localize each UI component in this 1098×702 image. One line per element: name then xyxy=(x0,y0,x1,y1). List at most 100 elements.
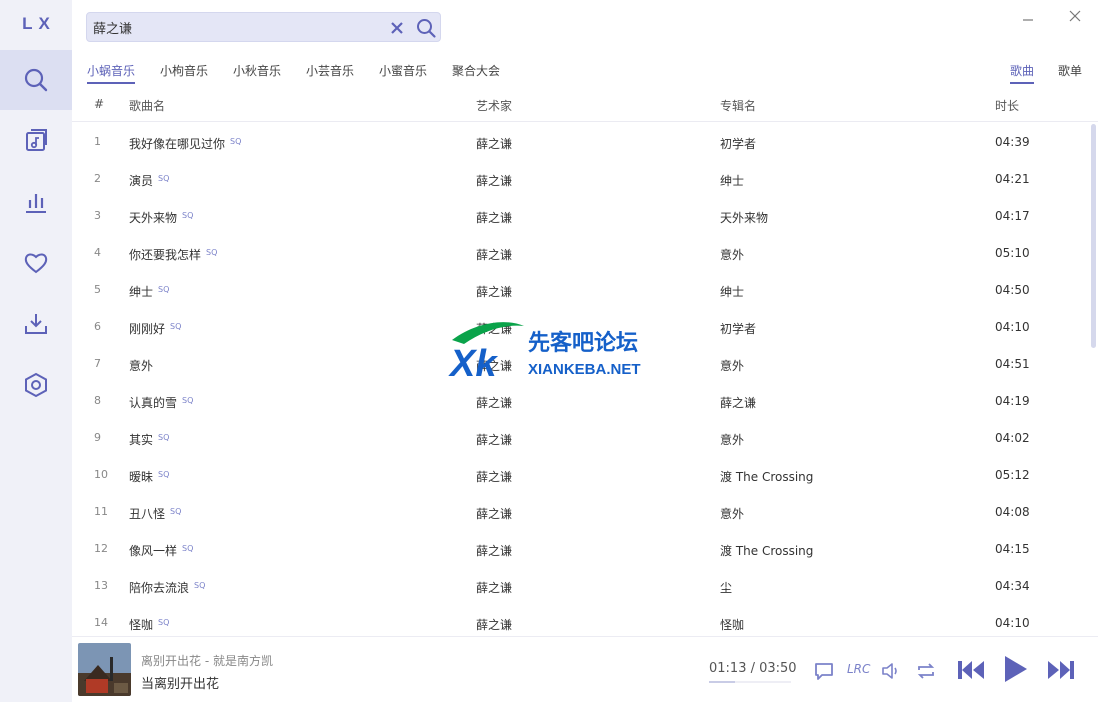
close-icon[interactable] xyxy=(1067,8,1083,24)
song-name: 其实 SQ xyxy=(129,431,169,448)
progress-bar[interactable] xyxy=(709,681,791,683)
quality-badge: SQ xyxy=(158,618,170,627)
tab-source-1[interactable]: 小蜗音乐 xyxy=(87,62,136,84)
row-number: 5 xyxy=(94,283,101,296)
artist-name[interactable]: 薛之谦 xyxy=(476,505,512,522)
previous-icon[interactable] xyxy=(956,657,986,683)
clear-icon[interactable] xyxy=(388,19,406,37)
album-name[interactable]: 意外 xyxy=(720,431,744,448)
sidebar-item-settings[interactable] xyxy=(0,355,72,415)
sidebar-item-song-list[interactable] xyxy=(0,111,72,171)
artist-name[interactable]: 薛之谦 xyxy=(476,209,512,226)
duration: 04:34 xyxy=(995,579,1030,593)
artist-name[interactable]: 薛之谦 xyxy=(476,542,512,559)
table-row[interactable]: 14 怪咖 SQ 薛之谦 怪咖 04:10 xyxy=(72,604,1088,635)
duration: 04:21 xyxy=(995,172,1030,186)
tab-source-4[interactable]: 小芸音乐 xyxy=(306,62,354,84)
row-number: 8 xyxy=(94,394,101,407)
quality-badge: SQ xyxy=(170,322,182,331)
artist-name[interactable]: 薛之谦 xyxy=(476,283,512,300)
table-row[interactable]: 1 我好像在哪见过你 SQ 薛之谦 初学者 04:39 xyxy=(72,123,1088,160)
album-name[interactable]: 薛之谦 xyxy=(720,394,756,411)
table-row[interactable]: 10 暧昧 SQ 薛之谦 渡 The Crossing 05:12 xyxy=(72,456,1088,493)
album-name[interactable]: 怪咖 xyxy=(720,616,744,633)
song-name: 天外来物 SQ xyxy=(129,209,193,226)
album-name[interactable]: 意外 xyxy=(720,505,744,522)
search-button-icon[interactable] xyxy=(415,17,437,39)
duration: 04:19 xyxy=(995,394,1030,408)
song-name-text: 陪你去流浪 xyxy=(129,581,190,595)
song-name-text: 绅士 xyxy=(129,285,154,299)
artist-name[interactable]: 薛之谦 xyxy=(476,431,512,448)
album-name[interactable]: 绅士 xyxy=(720,283,744,300)
album-name[interactable]: 渡 The Crossing xyxy=(720,542,813,559)
settings-hexagon-icon xyxy=(25,372,47,398)
repeat-icon[interactable] xyxy=(915,661,937,681)
tab-songs[interactable]: 歌曲 xyxy=(1010,62,1035,84)
tab-source-6[interactable]: 聚合大会 xyxy=(452,62,500,84)
table-row[interactable]: 12 像风一样 SQ 薛之谦 渡 The Crossing 04:15 xyxy=(72,530,1088,567)
row-number: 7 xyxy=(94,357,101,370)
song-title: 当离别开出花 xyxy=(141,677,220,692)
header-album: 专辑名 xyxy=(720,99,757,113)
table-row[interactable]: 3 天外来物 SQ 薛之谦 天外来物 04:17 xyxy=(72,197,1088,234)
row-number: 10 xyxy=(94,468,108,481)
sidebar: LX xyxy=(0,0,72,702)
song-name: 怪咖 SQ xyxy=(129,616,169,633)
duration: 04:10 xyxy=(995,320,1030,334)
sidebar-item-download[interactable] xyxy=(0,294,72,354)
table-row[interactable]: 8 认真的雪 SQ 薛之谦 薛之谦 04:19 xyxy=(72,382,1088,419)
minimize-icon[interactable] xyxy=(1020,8,1036,24)
table-row[interactable]: 4 你还要我怎样 SQ 薛之谦 意外 05:10 xyxy=(72,234,1088,271)
table-row[interactable]: 13 陪你去流浪 SQ 薛之谦 尘 04:34 xyxy=(72,567,1088,604)
volume-icon[interactable] xyxy=(880,661,902,681)
table-header: # 歌曲名 艺术家 专辑名 时长 xyxy=(72,88,1098,122)
duration: 04:10 xyxy=(995,616,1030,630)
header-artist: 艺术家 xyxy=(476,99,513,113)
song-name: 绅士 SQ xyxy=(129,283,169,300)
artist-name[interactable]: 薛之谦 xyxy=(476,579,512,596)
table-row[interactable]: 5 绅士 SQ 薛之谦 绅士 04:50 xyxy=(72,271,1088,308)
song-name: 意外 xyxy=(129,357,158,374)
album-name[interactable]: 初学者 xyxy=(720,320,756,337)
comment-icon[interactable] xyxy=(813,661,835,681)
watermark-logo: Xk 先客吧论坛 XIANKEBA.NET xyxy=(446,318,656,385)
artist-name[interactable]: 薛之谦 xyxy=(476,135,512,152)
song-name: 你还要我怎样 SQ xyxy=(129,246,217,263)
tab-source-5[interactable]: 小蜜音乐 xyxy=(379,62,427,84)
row-number: 12 xyxy=(94,542,108,555)
song-name-text: 刚刚好 xyxy=(129,322,166,336)
tab-source-2[interactable]: 小枸音乐 xyxy=(160,62,208,84)
album-name[interactable]: 绅士 xyxy=(720,172,744,189)
next-icon[interactable] xyxy=(1046,657,1076,683)
table-row[interactable]: 9 其实 SQ 薛之谦 意外 04:02 xyxy=(72,419,1088,456)
artist-name[interactable]: 薛之谦 xyxy=(476,172,512,189)
table-row[interactable]: 2 演员 SQ 薛之谦 绅士 04:21 xyxy=(72,160,1088,197)
album-name[interactable]: 尘 xyxy=(720,579,732,596)
play-icon[interactable] xyxy=(1001,654,1029,684)
album-name[interactable]: 意外 xyxy=(720,357,744,374)
sidebar-item-search[interactable] xyxy=(0,50,72,110)
artist-name[interactable]: 薛之谦 xyxy=(476,468,512,485)
album-name[interactable]: 渡 The Crossing xyxy=(720,468,813,485)
app-logo: LX xyxy=(22,14,56,33)
tab-source-3[interactable]: 小秋音乐 xyxy=(233,62,281,84)
sidebar-item-favorites[interactable] xyxy=(0,233,72,293)
album-name[interactable]: 意外 xyxy=(720,246,744,263)
album-name[interactable]: 初学者 xyxy=(720,135,756,152)
artist-name[interactable]: 薛之谦 xyxy=(476,394,512,411)
artist-name[interactable]: 薛之谦 xyxy=(476,616,512,633)
lyric-button[interactable]: LRC xyxy=(847,662,870,676)
artist-name[interactable]: 薛之谦 xyxy=(476,246,512,263)
search-input[interactable] xyxy=(93,17,383,37)
album-name[interactable]: 天外来物 xyxy=(720,209,768,226)
table-row[interactable]: 11 丑八怪 SQ 薛之谦 意外 04:08 xyxy=(72,493,1088,530)
play-time: 01:13 / 03:50 xyxy=(709,661,797,676)
song-name: 陪你去流浪 SQ xyxy=(129,579,205,596)
song-name: 像风一样 SQ xyxy=(129,542,193,559)
scrollbar-thumb[interactable] xyxy=(1091,124,1096,348)
duration: 04:02 xyxy=(995,431,1030,445)
album-cover[interactable] xyxy=(78,643,131,696)
tab-playlists[interactable]: 歌单 xyxy=(1058,62,1082,84)
sidebar-item-leaderboard[interactable] xyxy=(0,172,72,232)
